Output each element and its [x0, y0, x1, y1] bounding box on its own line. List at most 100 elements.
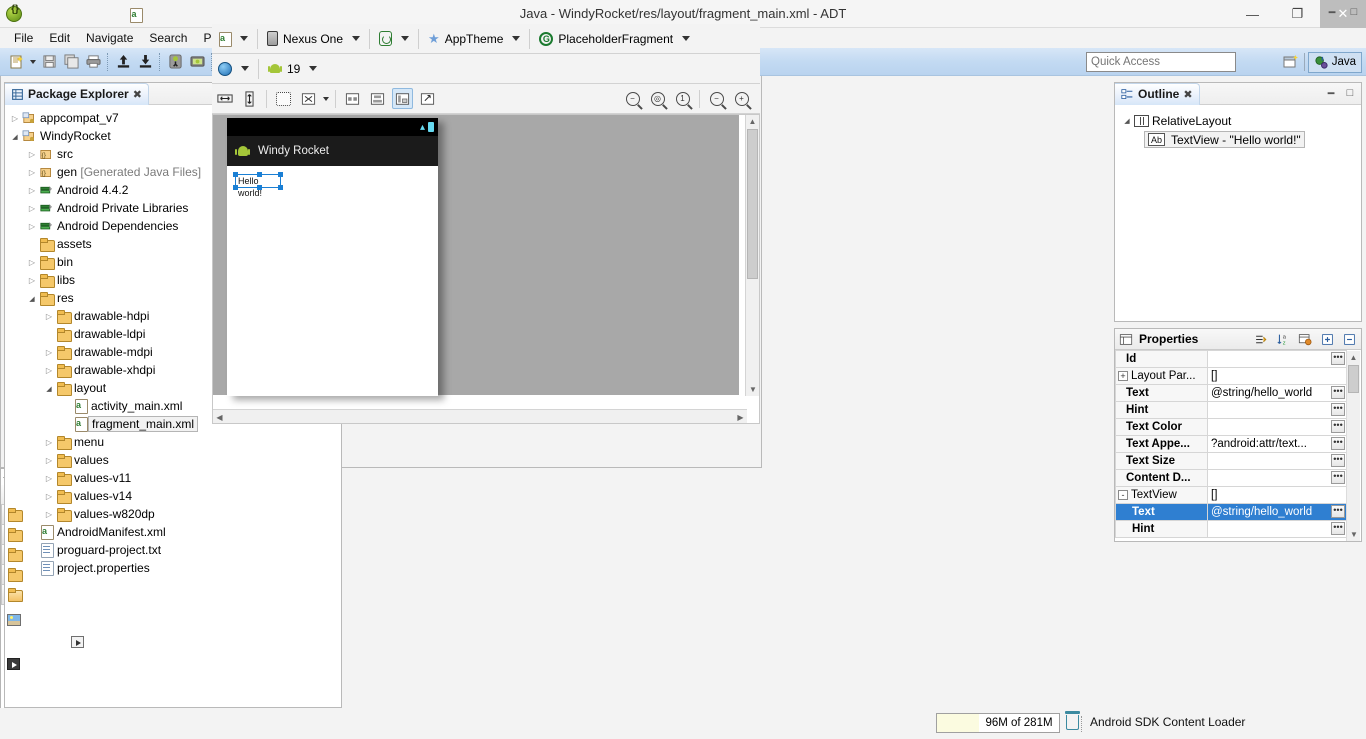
chevron-down-icon[interactable]: [512, 36, 521, 41]
property-row[interactable]: Text Color •••: [1115, 418, 1347, 436]
expander-icon[interactable]: [9, 132, 21, 141]
properties-header[interactable]: Properties az: [1115, 329, 1361, 350]
properties-table[interactable]: Id ••• + Layout Par...[] Text @string/hello_w…: [1115, 350, 1347, 538]
minimize-button[interactable]: —: [1230, 0, 1275, 28]
expand-all-icon[interactable]: [1319, 331, 1335, 347]
property-value[interactable]: •••: [1207, 401, 1347, 419]
minimize-icon[interactable]: ━: [1323, 85, 1339, 101]
menu-edit[interactable]: Edit: [41, 30, 78, 46]
canvas-vertical-scrollbar[interactable]: ▲ ▼: [745, 115, 759, 396]
outline-view[interactable]: Outline ✖ ━ □ RelativeLayout Ab TextView…: [1114, 82, 1362, 322]
open-perspective-icon[interactable]: [1281, 52, 1301, 72]
chevron-down-icon[interactable]: [241, 66, 249, 71]
expander-icon[interactable]: [26, 258, 38, 267]
theme-chooser[interactable]: ★ AppTheme: [422, 27, 526, 51]
properties-scrollbar[interactable]: ▲ ▼: [1346, 351, 1360, 541]
tree-item-values-v14[interactable]: values-v14: [5, 487, 341, 505]
api-level-chooser[interactable]: 19: [262, 57, 323, 81]
height-match-parent-icon[interactable]: [239, 88, 260, 109]
collapse-all-icon[interactable]: [1341, 331, 1357, 347]
resize-handle[interactable]: [257, 185, 262, 190]
expander-icon[interactable]: [43, 348, 55, 357]
property-value[interactable]: •••: [1207, 520, 1347, 538]
align-baseline-icon[interactable]: [342, 88, 363, 109]
property-editor-button[interactable]: •••: [1331, 471, 1345, 484]
outline-row-textview[interactable]: Ab TextView - "Hello world!": [1121, 130, 1361, 149]
property-row[interactable]: Content D... •••: [1115, 469, 1347, 487]
activity-chooser[interactable]: G PlaceholderFragment: [533, 27, 696, 51]
outline-tree[interactable]: RelativeLayout Ab TextView - "Hello worl…: [1115, 105, 1361, 149]
width-match-parent-icon[interactable]: [214, 88, 235, 109]
expander-icon[interactable]: [1121, 116, 1133, 125]
expander-icon[interactable]: [43, 384, 55, 393]
expand-to-fit-icon[interactable]: [417, 88, 438, 109]
expander-icon[interactable]: [26, 186, 38, 195]
tree-item-androidmanifest-xml[interactable]: AndroidManifest.xml: [5, 523, 341, 541]
expander-icon[interactable]: [26, 150, 38, 159]
save-icon[interactable]: [39, 52, 59, 72]
resize-handle[interactable]: [233, 185, 238, 190]
new-wizard-icon[interactable]: [7, 52, 27, 72]
property-editor-button[interactable]: •••: [1331, 522, 1345, 535]
marquee-select-icon[interactable]: [273, 88, 294, 109]
canvas-background[interactable]: ▴ Windy Rocket Hello world!: [213, 115, 739, 396]
selected-textview-widget[interactable]: Hello world!: [233, 172, 283, 198]
close-icon[interactable]: ✖: [1183, 88, 1192, 101]
property-editor-button[interactable]: •••: [1331, 437, 1345, 450]
align-vertical-icon[interactable]: [392, 88, 413, 109]
align-horizontal-icon[interactable]: [367, 88, 388, 109]
property-editor-button[interactable]: •••: [1331, 386, 1345, 399]
expander-icon[interactable]: [26, 294, 38, 303]
expander-icon[interactable]: [26, 168, 38, 177]
chevron-down-icon[interactable]: [401, 36, 410, 41]
expander-icon[interactable]: [43, 492, 55, 501]
property-row[interactable]: + Layout Par...[]: [1115, 367, 1347, 385]
zoom-fit-selection-icon[interactable]: ◎: [647, 88, 668, 109]
maximize-icon[interactable]: □: [1346, 4, 1362, 20]
property-editor-button[interactable]: •••: [1331, 352, 1345, 365]
resize-handle[interactable]: [257, 172, 262, 177]
print-icon[interactable]: [83, 52, 103, 72]
property-value[interactable]: •••: [1207, 350, 1347, 368]
property-row[interactable]: Text @string/hello_world •••: [1115, 384, 1347, 402]
default-properties-icon[interactable]: [1297, 331, 1313, 347]
expander-icon[interactable]: [43, 456, 55, 465]
zoom-fit-icon[interactable]: −: [622, 88, 643, 109]
configuration-toolbar-2[interactable]: 19: [212, 54, 760, 84]
orientation-chooser[interactable]: [373, 27, 415, 51]
property-value[interactable]: @string/hello_world •••: [1207, 384, 1347, 402]
chevron-down-icon[interactable]: [309, 66, 318, 71]
layout-actions-toolbar[interactable]: − ◎ 1 − +: [212, 84, 760, 114]
trash-icon[interactable]: [1064, 711, 1080, 730]
scroll-down-arrow[interactable]: ▼: [1347, 528, 1361, 541]
configuration-toolbar[interactable]: Nexus One ★ AppTheme G PlaceholderFragment: [212, 24, 760, 54]
quick-access-input[interactable]: [1086, 52, 1236, 72]
expander-icon[interactable]: [9, 114, 21, 123]
properties-scroll-thumb[interactable]: [1348, 365, 1359, 393]
property-value[interactable]: []: [1207, 486, 1347, 504]
android-sdk-manager-icon[interactable]: [165, 52, 185, 72]
menu-search[interactable]: Search: [141, 30, 195, 46]
property-row[interactable]: Hint •••: [1115, 401, 1347, 419]
scroll-left-arrow[interactable]: ◀: [213, 410, 226, 423]
scroll-up-arrow[interactable]: ▲: [746, 115, 759, 128]
maximize-icon[interactable]: □: [1342, 85, 1358, 101]
property-row[interactable]: Text @string/hello_world •••: [1115, 503, 1347, 521]
minimize-icon[interactable]: ━: [1324, 4, 1340, 20]
resize-handle[interactable]: [233, 172, 238, 177]
locale-chooser[interactable]: [212, 57, 255, 81]
property-editor-button[interactable]: •••: [1331, 403, 1345, 416]
property-value[interactable]: •••: [1207, 452, 1347, 470]
device-chooser[interactable]: Nexus One: [261, 27, 366, 51]
heap-status-monitor[interactable]: 96M of 281M: [936, 713, 1060, 733]
vertical-scroll-thumb[interactable]: [747, 129, 758, 279]
resize-handle[interactable]: [278, 172, 283, 177]
properties-view[interactable]: Properties az Id ••• + Layout Par...[] Text @…: [1114, 328, 1362, 542]
property-editor-button[interactable]: •••: [1331, 420, 1345, 433]
scroll-down-arrow[interactable]: ▼: [746, 383, 759, 396]
scroll-right-arrow[interactable]: ▶: [734, 410, 747, 423]
save-all-icon[interactable]: [61, 52, 81, 72]
property-editor-button[interactable]: •••: [1331, 505, 1345, 518]
perspective-java-button[interactable]: Java: [1307, 51, 1362, 73]
menu-file[interactable]: File: [6, 30, 41, 46]
